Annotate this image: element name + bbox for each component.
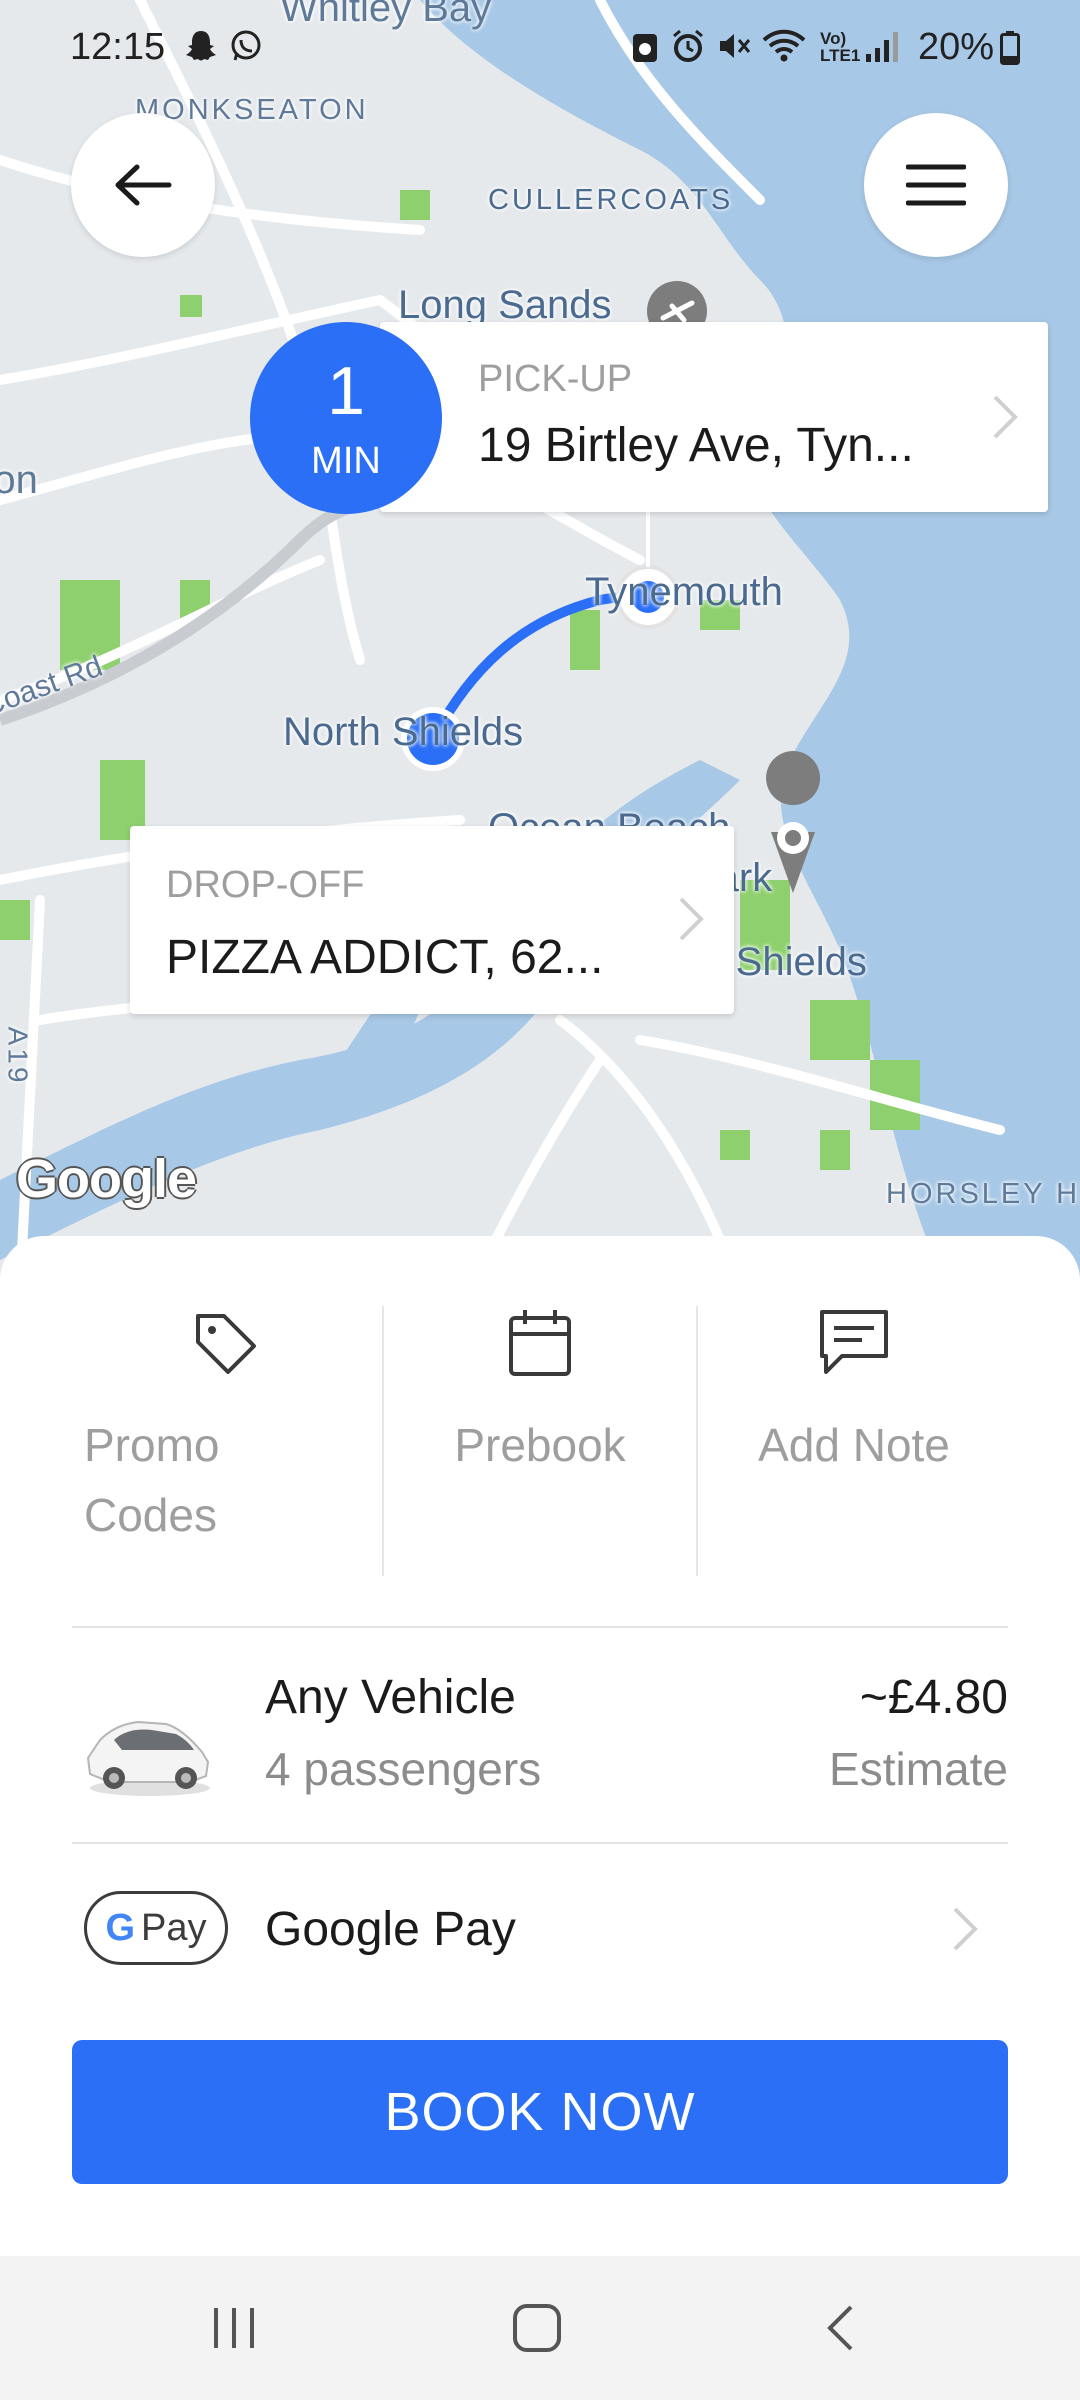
google-g-icon: G bbox=[105, 1906, 136, 1949]
snapchat-icon bbox=[186, 31, 216, 61]
vehicle-name: Any Vehicle bbox=[265, 1671, 516, 1724]
back-nav-button[interactable] bbox=[800, 2296, 880, 2360]
promo-codes-label-line2: Codes bbox=[84, 1489, 217, 1541]
promo-codes-button[interactable]: Promo Codes bbox=[60, 1308, 380, 1578]
back-nav-icon bbox=[827, 2305, 853, 2351]
pickup-address: 19 Birtley Ave, Tyn... bbox=[478, 419, 914, 472]
fare-estimate: ~£4.80 bbox=[859, 1671, 1008, 1724]
park-area bbox=[400, 190, 430, 220]
alarm-icon bbox=[673, 29, 703, 62]
system-navigation-bar bbox=[0, 2256, 1080, 2400]
chevron-right-icon bbox=[679, 897, 704, 941]
dropoff-location-card[interactable]: DROP-OFF PIZZA ADDICT, 62... bbox=[130, 826, 734, 1014]
hamburger-menu-icon bbox=[906, 164, 966, 206]
map-label-north-shields: North Shields bbox=[283, 710, 524, 754]
eta-unit: MIN bbox=[311, 440, 381, 482]
map-label-horsley-hill: HORSLEY HI bbox=[886, 1178, 1080, 1210]
park-area bbox=[180, 295, 202, 317]
car-icon bbox=[86, 1720, 210, 1796]
message-note-icon bbox=[820, 1310, 888, 1374]
battery-icon bbox=[1000, 30, 1020, 65]
pickup-caption: PICK-UP bbox=[478, 358, 633, 400]
recent-apps-icon bbox=[214, 2308, 254, 2348]
mute-icon bbox=[720, 34, 751, 58]
signal-icon bbox=[866, 32, 898, 62]
recent-apps-button[interactable] bbox=[194, 2296, 274, 2360]
dropoff-address: PIZZA ADDICT, 62... bbox=[166, 931, 604, 984]
map-label-cullercoats: CULLERCOATS bbox=[488, 184, 734, 216]
back-button[interactable] bbox=[71, 113, 215, 257]
park-area bbox=[0, 900, 30, 940]
add-note-button[interactable]: Add Note bbox=[698, 1308, 1010, 1578]
battery-percent: 20% bbox=[917, 26, 994, 68]
park-area bbox=[570, 610, 600, 670]
status-bar: 12:15 Vo) LTE1 20% bbox=[0, 0, 1080, 96]
pickup-location-card[interactable]: PICK-UP 19 Birtley Ave, Tyn... bbox=[380, 322, 1048, 512]
vehicle-capacity: 4 passengers bbox=[265, 1743, 542, 1795]
calendar-icon bbox=[509, 1310, 571, 1376]
tag-icon bbox=[196, 1314, 256, 1374]
booking-sheet: Promo Codes Prebook Add Note Any Vehicle bbox=[0, 1236, 1080, 2256]
arrow-left-icon bbox=[115, 164, 172, 206]
map-label-tynemouth: Tynemouth bbox=[585, 570, 783, 614]
book-now-button[interactable]: BOOK NOW bbox=[72, 2040, 1008, 2184]
prebook-button[interactable]: Prebook bbox=[384, 1308, 696, 1578]
prebook-label: Prebook bbox=[454, 1419, 626, 1471]
wifi-icon bbox=[762, 29, 806, 62]
lock-clean-icon bbox=[633, 34, 657, 62]
map-label-preston: Preston bbox=[0, 458, 38, 502]
home-button[interactable] bbox=[497, 2296, 577, 2360]
battery-indicator: 20% bbox=[918, 26, 1020, 69]
dropoff-caption: DROP-OFF bbox=[166, 864, 365, 906]
park-area bbox=[810, 1000, 870, 1060]
google-pay-badge-text: Pay bbox=[141, 1906, 207, 1949]
eta-bubble: 1 MIN bbox=[250, 322, 442, 514]
vehicle-row[interactable] bbox=[0, 1628, 1080, 1838]
promo-codes-label-line1: Promo bbox=[84, 1419, 220, 1471]
status-time: 12:15 bbox=[70, 26, 166, 68]
fare-estimate-label: Estimate bbox=[829, 1743, 1008, 1795]
map-label-a19: A19 bbox=[2, 1026, 34, 1086]
park-area bbox=[720, 1130, 750, 1160]
google-pay-logo: G Pay bbox=[84, 1891, 228, 1965]
menu-button[interactable] bbox=[864, 113, 1008, 257]
chevron-right-icon bbox=[953, 1907, 978, 1951]
add-note-label: Add Note bbox=[758, 1419, 950, 1471]
whatsapp-icon bbox=[231, 30, 261, 61]
chevron-right-icon bbox=[993, 395, 1018, 439]
google-logo: Google bbox=[16, 1149, 197, 1209]
volte-indicator: Vo) LTE1 bbox=[820, 29, 861, 65]
payment-method-label: Google Pay bbox=[265, 1903, 516, 1956]
eta-value: 1 bbox=[327, 353, 365, 429]
park-area bbox=[820, 1130, 850, 1170]
home-icon bbox=[513, 2304, 561, 2352]
